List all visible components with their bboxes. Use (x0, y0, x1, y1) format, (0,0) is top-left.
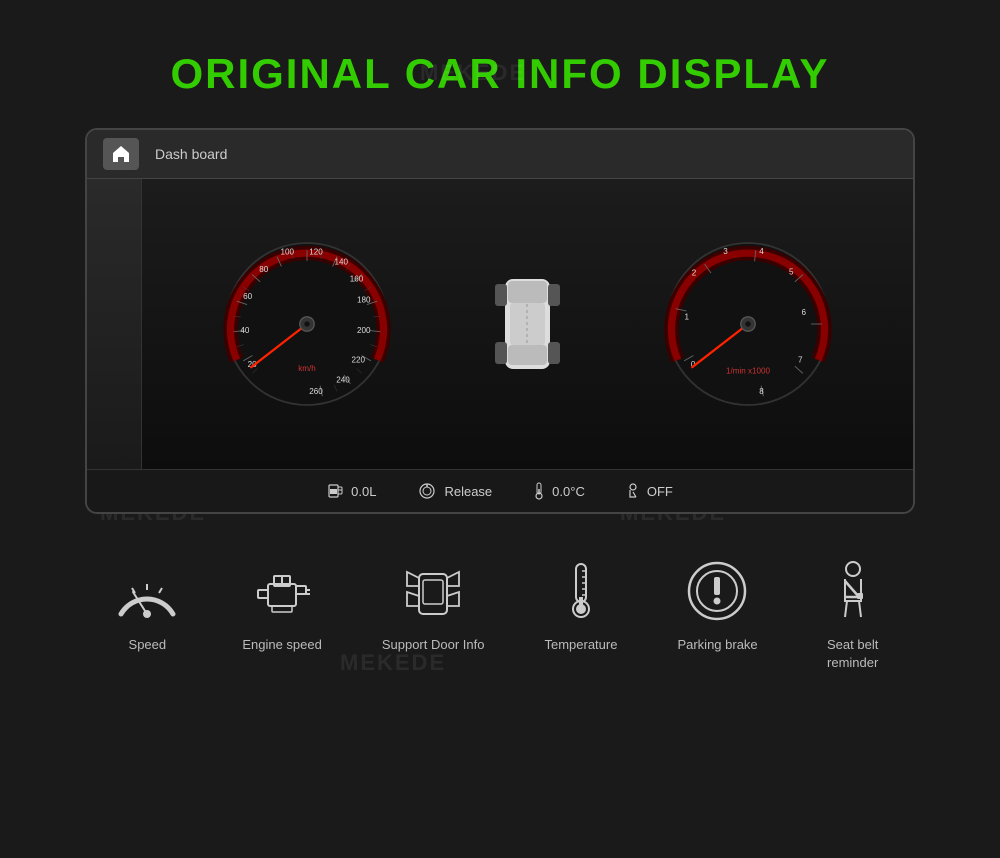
feature-seatbelt: Seat belt reminder (818, 559, 888, 672)
parking-brake-label: Parking brake (677, 636, 757, 654)
svg-text:220: 220 (352, 356, 366, 365)
fuel-value: 0.0L (351, 484, 376, 499)
feature-parking-brake: Parking brake (677, 559, 757, 672)
feature-temperature: Temperature (544, 559, 617, 672)
dashboard-footer: 0.0L Release 0.0°C OFF (87, 469, 913, 512)
left-panel (87, 179, 142, 469)
speed-label: Speed (129, 636, 167, 654)
svg-text:40: 40 (241, 326, 250, 335)
dashboard-screen: Dash board (85, 128, 915, 514)
temperature-label: Temperature (544, 636, 617, 654)
svg-text:60: 60 (243, 292, 252, 301)
svg-text:140: 140 (335, 258, 349, 267)
engine-icon-container (247, 559, 317, 624)
svg-text:8: 8 (759, 387, 764, 396)
svg-text:1/min x1000: 1/min x1000 (726, 367, 771, 376)
door-label: Support Door Info (382, 636, 485, 654)
fuel-icon (327, 482, 345, 500)
temp-indicator: 0.0°C (532, 482, 585, 500)
svg-text:1: 1 (684, 313, 689, 322)
svg-text:100: 100 (281, 248, 295, 257)
handbrake-icon (416, 482, 438, 500)
features-row: Speed Engine speed (0, 559, 1000, 672)
svg-text:4: 4 (759, 247, 764, 256)
dashboard-body: 20 40 60 80 100 120 140 160 180 200 220 … (87, 179, 913, 469)
door-icon-container (398, 559, 468, 624)
seatbelt-label: Seat belt reminder (827, 636, 878, 672)
svg-text:3: 3 (723, 247, 728, 256)
temp-value: 0.0°C (552, 484, 585, 499)
engine-icon (248, 564, 316, 619)
page-title: ORIGINAL CAR INFO DISPLAY (0, 0, 1000, 128)
seatbelt-icon (823, 559, 883, 624)
dashboard-header: Dash board (87, 130, 913, 179)
seatbelt-value: OFF (647, 484, 673, 499)
handbrake-value: Release (444, 484, 492, 499)
svg-text:km/h: km/h (298, 364, 316, 373)
tachometer: 0 1 2 3 4 5 6 7 8 1/min x1000 (658, 234, 838, 414)
speed-icon-container (112, 559, 182, 624)
home-icon (103, 138, 139, 170)
svg-text:5: 5 (789, 268, 794, 277)
parking-brake-icon (685, 559, 750, 624)
seatbelt-icon-container (818, 559, 888, 624)
dashboard-title: Dash board (155, 146, 227, 162)
car-top-view (487, 259, 567, 389)
handbrake-indicator: Release (416, 482, 492, 500)
seatbelt-indicator: OFF (625, 482, 673, 500)
speed-icon (113, 564, 181, 619)
feature-engine: Engine speed (242, 559, 322, 672)
seatbelt-footer-icon (625, 482, 641, 500)
svg-text:200: 200 (357, 326, 371, 335)
parking-brake-icon-container (683, 559, 753, 624)
thermometer-icon (561, 559, 601, 624)
feature-door: Support Door Info (382, 559, 485, 672)
svg-text:7: 7 (798, 356, 803, 365)
fuel-indicator: 0.0L (327, 482, 376, 500)
door-icon (399, 564, 467, 619)
svg-text:120: 120 (309, 248, 323, 257)
svg-text:160: 160 (350, 275, 364, 284)
temperature-icon-container (546, 559, 616, 624)
speedometer: 20 40 60 80 100 120 140 160 180 200 220 … (217, 234, 397, 414)
svg-text:260: 260 (309, 387, 323, 396)
svg-text:180: 180 (357, 295, 371, 304)
gauges-area: 20 40 60 80 100 120 140 160 180 200 220 … (142, 179, 913, 469)
engine-label: Engine speed (242, 636, 322, 654)
feature-speed: Speed (112, 559, 182, 672)
temp-icon (532, 482, 546, 500)
svg-text:6: 6 (801, 308, 806, 317)
svg-text:240: 240 (336, 376, 350, 385)
svg-text:80: 80 (259, 265, 268, 274)
svg-text:2: 2 (692, 268, 697, 277)
